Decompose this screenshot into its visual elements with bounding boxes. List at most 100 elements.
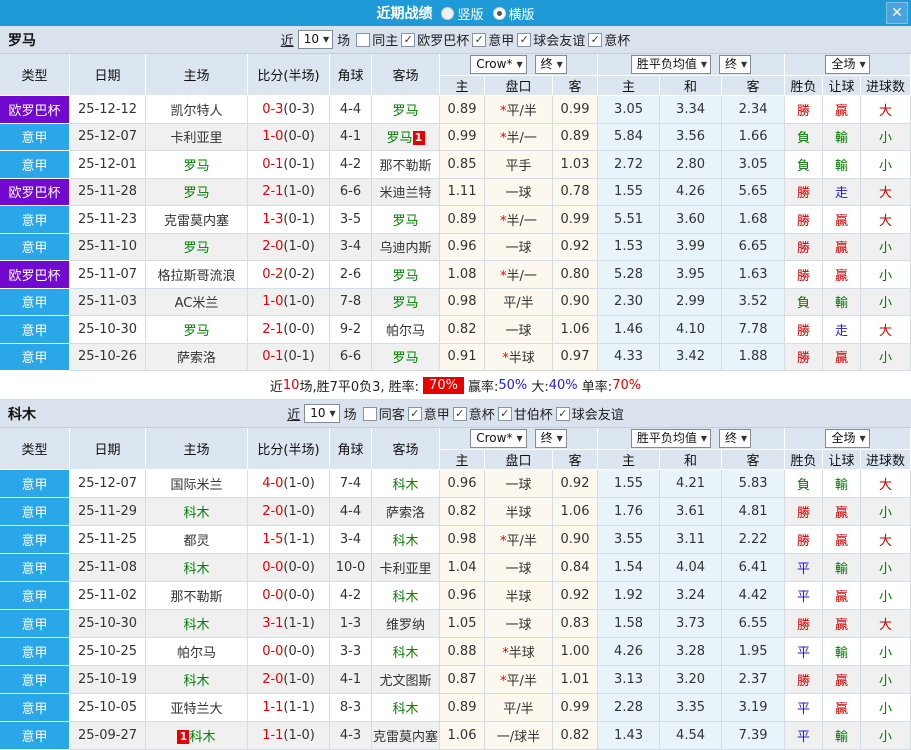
team-name: 那不勒斯 (379, 158, 432, 174)
same-venue-checkbox-unchecked[interactable] (362, 406, 377, 421)
league-checkbox-checked[interactable]: ✓ (401, 32, 416, 47)
same-venue-checkbox-unchecked[interactable] (356, 32, 371, 47)
odds-handicap: 一球 (485, 316, 553, 344)
radio-label: 竖版 (457, 7, 484, 23)
corner-count: 4-4 (330, 498, 372, 526)
league-badge: 意甲 (0, 554, 70, 582)
mean-home: 1.54 (598, 554, 661, 582)
mean-draw: 3.42 (660, 343, 723, 371)
close-button[interactable]: ✕ (886, 2, 908, 24)
mean-home: 1.53 (598, 233, 661, 261)
league-checkbox-checked[interactable]: ✓ (497, 406, 512, 421)
mean-home: 4.33 (598, 343, 661, 371)
result-winlose: 平 (785, 694, 824, 722)
team-name: 亚特兰大 (170, 702, 223, 717)
league-badge: 欧罗巴杯 (0, 261, 70, 289)
league-checkbox-checked[interactable]: ✓ (407, 406, 422, 421)
result-winlose: 負 (785, 123, 824, 151)
result-handicap: 贏 (823, 582, 862, 610)
filter-option: ✓ 球会友谊 (553, 404, 624, 423)
corner-count: 2-6 (330, 261, 372, 289)
mean-draw: 3.24 (660, 582, 723, 610)
radio-horizontal-layout[interactable]: 横版 (492, 4, 535, 23)
scope-select[interactable]: 全场 ▼ (825, 429, 870, 448)
odds-away: 0.92 (553, 233, 599, 261)
league-badge: 欧罗巴杯 (0, 178, 70, 206)
match-count-select[interactable]: 10 ▼ (304, 404, 340, 423)
match-row: 意甲 25-10-26 萨索洛 0-1(0-1) 6-6 罗马 0.91 *半球 0.97 4.3… (0, 343, 911, 371)
corner-count: 4-1 (330, 123, 372, 151)
match-score: 4-0(1-0) (248, 470, 330, 498)
col-handicap: 盘口 (485, 76, 553, 96)
odds-home: 0.87 (440, 666, 485, 694)
away-team: 罗马 (372, 288, 440, 316)
mean-away: 4.81 (722, 498, 786, 526)
radio-vertical-layout[interactable]: 竖版 (441, 4, 484, 23)
mean-home: 2.30 (598, 288, 661, 316)
summary-segment: 赢率: (467, 379, 499, 395)
home-team: 凯尔特人 (146, 96, 248, 124)
col-result: 胜负 (785, 450, 824, 470)
summary-segment: 大: (527, 379, 549, 395)
odds-stage-select[interactable]: 终 ▼ (534, 55, 567, 74)
result-winlose: 平 (785, 722, 824, 750)
scope-select[interactable]: 全场 ▼ (825, 55, 870, 74)
match-row: 意甲 25-10-30 科木 3-1(1-1) 1-3 维罗纳 1.05 一球 0.83 1.58… (0, 610, 911, 638)
league-checkbox-checked[interactable]: ✓ (452, 406, 467, 421)
mean-home: 2.28 (598, 694, 661, 722)
corner-count: 4-2 (330, 151, 372, 179)
result-winlose: 勝 (785, 526, 824, 554)
filter-option-label: 意甲 (423, 408, 450, 423)
col-corner: 角球 (330, 428, 372, 470)
match-count-select[interactable]: 10 ▼ (297, 30, 334, 49)
mean-away: 1.88 (722, 343, 786, 371)
result-handicap: 贏 (823, 206, 862, 234)
league-filter-options: ✓ 意甲 ✓ 意杯 ✓ 甘伯杯 ✓ 球会友谊 (405, 404, 624, 423)
league-badge: 意甲 (0, 343, 70, 371)
league-checkbox-checked[interactable]: ✓ (472, 32, 487, 47)
team-name: 国际米兰 (170, 478, 223, 493)
result-handicap: 贏 (823, 261, 862, 289)
away-team: 维罗纳 (372, 610, 440, 638)
summary-segment: 50% (498, 377, 528, 393)
result-winlose: 平 (785, 582, 824, 610)
mean-stage-select[interactable]: 终 ▼ (719, 429, 752, 448)
filter-option-label: 意杯 (604, 34, 631, 49)
result-handicap: 贏 (823, 694, 862, 722)
col-date: 日期 (70, 428, 146, 470)
mean-draw: 3.60 (660, 206, 723, 234)
match-date: 25-11-08 (70, 554, 146, 582)
team-name: 乌迪内斯 (379, 241, 432, 257)
odds-company-select[interactable]: Crow* ▼ (470, 55, 527, 74)
home-team: 罗马 (146, 151, 248, 179)
match-date: 25-10-25 (70, 638, 146, 666)
league-checkbox-checked[interactable]: ✓ (555, 406, 570, 421)
team-name: 帕尔马 (176, 646, 216, 661)
summary-segment: 70% (423, 376, 464, 394)
league-badge: 意甲 (0, 470, 70, 498)
match-score: 0-3(0-3) (248, 96, 330, 124)
fulltime-score: 1-0 (262, 294, 284, 310)
odds-stage-select[interactable]: 终 ▼ (534, 429, 567, 448)
team-name: 克雷莫内塞 (372, 730, 438, 745)
odds-company-select[interactable]: Crow* ▼ (470, 429, 527, 448)
mean-away: 5.83 (722, 470, 786, 498)
home-team: 科木 (146, 666, 248, 694)
league-badge: 意甲 (0, 151, 70, 179)
odds-away: 0.99 (553, 206, 599, 234)
mean-away: 2.37 (722, 666, 786, 694)
mean-stage-select[interactable]: 终 ▼ (719, 55, 752, 74)
result-handicap: 輸 (823, 638, 862, 666)
chevron-down-icon: ▼ (323, 35, 330, 44)
result-winlose: 勝 (785, 343, 824, 371)
mean-home: 5.28 (598, 261, 661, 289)
match-date: 25-11-23 (70, 206, 146, 234)
league-checkbox-checked[interactable]: ✓ (517, 32, 532, 47)
mean-type-select[interactable]: 胜平负均值 ▼ (630, 55, 712, 74)
result-handicap: 走 (823, 178, 862, 206)
asterisk: * (500, 674, 507, 689)
mean-type-select[interactable]: 胜平负均值 ▼ (630, 429, 712, 448)
away-team: 罗马 (372, 206, 440, 234)
league-checkbox-checked[interactable]: ✓ (588, 32, 603, 47)
team-name: 罗马 (183, 186, 210, 202)
